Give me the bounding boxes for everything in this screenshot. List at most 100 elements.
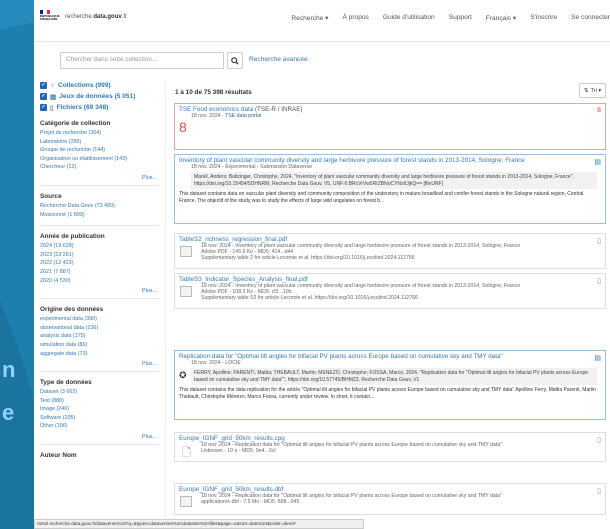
facet-item[interactable]: Other (196): [40, 422, 159, 431]
sort-button[interactable]: ⇅ Tri ▾: [579, 83, 606, 98]
divider: [40, 184, 159, 186]
filter-collections[interactable]: ✓ ♁ Collections (999): [34, 80, 165, 91]
advanced-search-link[interactable]: Recherche avancée: [249, 56, 308, 63]
file-type-icon: ▯: [597, 238, 601, 245]
result-card-dataset[interactable]: Replication data for "Optimal tilt angle…: [174, 350, 606, 420]
result-card-file[interactable]: Europe_IGNF_grid_50km_results.cpg 18 nov…: [174, 432, 606, 462]
facet-item[interactable]: Software (205): [40, 414, 159, 423]
result-card-file[interactable]: Europe_IGNF_grid_50km_results.dbf 18 nov…: [174, 483, 606, 515]
menu-a-propos[interactable]: À propos: [342, 14, 368, 22]
facet-item[interactable]: analysis data (175): [40, 332, 159, 341]
search-icon: [231, 56, 239, 65]
menu-guide[interactable]: Guide d'utilisation: [383, 14, 435, 22]
facet-author: Auteur Nom: [34, 452, 165, 459]
result-citation: FERRY, Apolline; PARENTI, Mattia; THEBAU…: [191, 368, 597, 385]
facet-item[interactable]: Recherche Data Gouv (73 499): [40, 202, 159, 211]
menu-recherche[interactable]: Recherche ▾: [291, 14, 328, 22]
result-card-file[interactable]: TableS2_richness_regression_final.pdf 18…: [174, 233, 606, 269]
facet-item[interactable]: 2020 (4 530): [40, 277, 159, 286]
facet-item[interactable]: aggregate data (73): [40, 350, 159, 359]
result-meta-link[interactable]: TSE data portal: [225, 113, 261, 119]
site-name[interactable]: recherche.data.gouv.fr: [65, 14, 127, 20]
divider: [40, 298, 159, 300]
facet-item[interactable]: 2024 (19 628): [40, 242, 159, 251]
collection-type-icon: 8: [597, 107, 601, 114]
facet-item[interactable]: Moissonné (1 899): [40, 211, 159, 220]
facet-item[interactable]: Chercheur (12): [40, 163, 159, 172]
divider: [40, 444, 159, 446]
facet-item[interactable]: 2023 (23 261): [40, 251, 159, 260]
logo-text: RÉPUBLIQUE FRANÇAISE: [40, 14, 60, 22]
facet-item[interactable]: 2022 (12 423): [40, 259, 159, 268]
dataset-icon: ▤: [50, 93, 57, 101]
result-title[interactable]: TableS2_richness_regression_final.pdf: [175, 234, 605, 243]
facet-item[interactable]: Organisation ou établissement (143): [40, 155, 159, 164]
file-thumbnail-icon: [180, 286, 192, 297]
more-link[interactable]: Plus...: [40, 288, 159, 295]
facet-item[interactable]: Text (880): [40, 397, 159, 406]
search-bar: Chercher dans cette collection... Recher…: [60, 52, 610, 70]
search-input[interactable]: Chercher dans cette collection...: [60, 52, 224, 69]
top-navbar: RÉPUBLIQUE FRANÇAISE recherche.data.gouv…: [34, 0, 610, 42]
facet-title: Année de publication: [40, 233, 105, 241]
file-type-icon: ▯: [597, 278, 601, 285]
result-card-collection[interactable]: TSE Food economics data (TSE-R / INRAE) …: [174, 103, 606, 150]
file-type-icon: ▯: [597, 437, 601, 444]
result-meta: 18 nov. 2024 -: [191, 113, 226, 119]
facet-item[interactable]: Laboratoire (299): [40, 138, 159, 147]
filter-files[interactable]: ✓ ▯ Fichiers (69 348): [34, 102, 165, 113]
facet-item[interactable]: 2021 (7 887): [40, 268, 159, 277]
facet-source: Source Recherche Data Gouv (73 499) Mois…: [34, 193, 165, 227]
result-title[interactable]: Europe_IGNF_grid_50km_results.dbf: [175, 484, 605, 493]
collection-icon: 8: [179, 119, 187, 135]
result-file-info: application/x-dbf - 7.5 Mo - MD5: 898...…: [201, 499, 300, 505]
facet-data-origin: Origine des données experimental data (3…: [34, 306, 165, 373]
file-icon: ▯: [50, 104, 54, 112]
result-description: This dataset contains data on vascular p…: [179, 191, 584, 204]
collection-icon: ♁: [50, 82, 55, 89]
more-link[interactable]: Plus...: [40, 361, 159, 368]
filter-datasets[interactable]: ✓ ▤ Jeux de données (5 051): [34, 91, 165, 102]
menu-language[interactable]: Français ▾: [486, 14, 516, 22]
background-letter: e: [2, 400, 15, 425]
facet-item[interactable]: experimental data (390): [40, 315, 159, 324]
checkbox-checked-icon: ✓: [40, 104, 47, 111]
facet-title: Origine des données: [40, 306, 104, 314]
facet-collection-category: Catégorie de collection Projet de recher…: [34, 120, 165, 186]
divider: [40, 225, 159, 227]
result-title[interactable]: Inventory of plant vascular community di…: [175, 155, 605, 164]
facet-sidebar: ✓ ♁ Collections (999) ✓ ▤ Jeux de données (5…: [34, 80, 166, 529]
republique-logo[interactable]: RÉPUBLIQUE FRANÇAISE: [40, 10, 62, 24]
result-title[interactable]: TableS3_Indicator_Species_Analysis_final…: [175, 274, 605, 283]
more-link[interactable]: Plus...: [40, 434, 159, 441]
search-button[interactable]: [227, 52, 243, 69]
facet-item[interactable]: Image (246): [40, 405, 159, 414]
facet-item[interactable]: observational data (236): [40, 324, 159, 333]
facet-year: Année de publication 2024 (19 628) 2023 …: [34, 233, 165, 300]
result-description: This dataset contains the data replicati…: [179, 387, 597, 400]
facet-item[interactable]: simulation data (86): [40, 341, 159, 350]
result-title[interactable]: Replication data for "Optimal tilt angle…: [175, 351, 605, 360]
facet-data-type: Type de données Dataset (3 662) Text (88…: [34, 379, 165, 446]
facet-item[interactable]: Groupe de recherche (144): [40, 146, 159, 155]
results-count: 1 à 10 de 75 398 résultats: [175, 89, 252, 96]
result-description: Supplementary table 2 for article Lecomt…: [201, 255, 415, 261]
checkbox-checked-icon: ✓: [40, 93, 47, 100]
facet-item[interactable]: Projet de recherche (304): [40, 129, 159, 138]
menu-support[interactable]: Support: [449, 14, 472, 22]
file-thumbnail-icon: [180, 496, 192, 507]
result-description: Supplementary table S3 for article Lecom…: [201, 295, 419, 301]
menu-signup[interactable]: S'inscrire: [530, 14, 557, 22]
facet-item[interactable]: Dataset (3 662): [40, 388, 159, 397]
result-title[interactable]: TSE Food economics data: [179, 106, 253, 113]
result-card-dataset[interactable]: Inventory of plant vascular community di…: [174, 154, 606, 224]
checkbox-checked-icon: ✓: [40, 82, 47, 89]
file-doc-icon: 🗋: [182, 447, 191, 459]
file-thumbnail-icon: [180, 246, 192, 257]
result-title-extra: (TSE-R / INRAE): [254, 106, 303, 113]
result-card-file[interactable]: TableS3_Indicator_Species_Analysis_final…: [174, 273, 606, 309]
result-title[interactable]: Europe_IGNF_grid_50km_results.cpg: [175, 433, 605, 442]
menu-login[interactable]: Se connecter: [571, 14, 610, 22]
result-file-info: Unknown - 10 o - MD5: 0e4...3cf: [201, 448, 276, 454]
more-link[interactable]: Plus...: [40, 175, 159, 182]
